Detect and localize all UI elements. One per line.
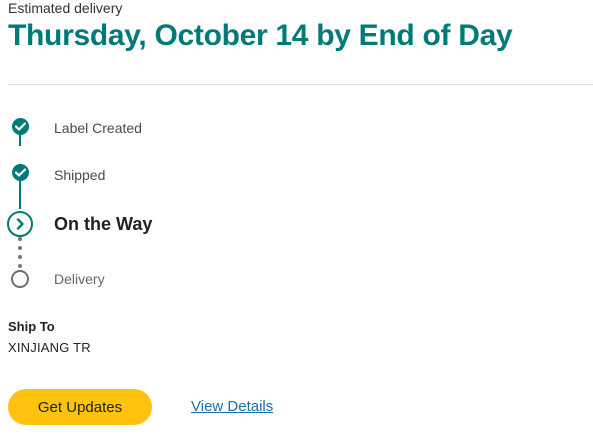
empty-circle-icon xyxy=(11,270,29,288)
step-label-created: Label Created xyxy=(54,120,142,136)
tracking-progress: Label Created Shipped On the Way Deliver… xyxy=(0,100,593,300)
estimated-delivery-date: Thursday, October 14 by End of Day xyxy=(8,19,513,52)
ship-to-location: XINJIANG TR xyxy=(8,340,91,355)
step-delivery: Delivery xyxy=(54,271,105,287)
progress-line-pending xyxy=(18,237,22,269)
estimated-delivery-label: Estimated delivery xyxy=(8,0,123,16)
tracking-page: Estimated delivery Thursday, October 14 … xyxy=(0,0,593,436)
ship-to-heading: Ship To xyxy=(8,319,55,334)
get-updates-button[interactable]: Get Updates xyxy=(8,389,152,425)
chevron-right-icon xyxy=(7,211,33,237)
divider xyxy=(8,84,593,85)
step-on-the-way: On the Way xyxy=(54,214,153,234)
step-shipped: Shipped xyxy=(54,167,106,183)
progress-line-complete xyxy=(19,181,21,209)
check-icon xyxy=(11,118,29,135)
view-details-link[interactable]: View Details xyxy=(191,398,273,416)
check-icon xyxy=(11,164,29,181)
